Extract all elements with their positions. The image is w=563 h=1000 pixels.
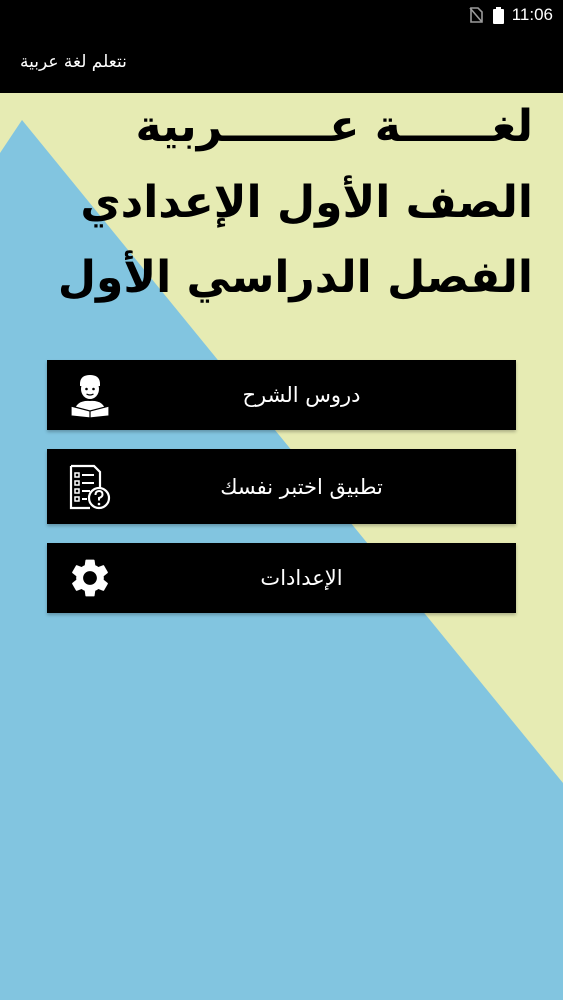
settings-button-label: الإعدادات [260,566,343,590]
status-bar: 11:06 [0,0,563,30]
test-yourself-button[interactable]: تطبيق اختبر نفسك [47,449,516,524]
test-yourself-button-label: تطبيق اختبر نفسك [220,474,383,499]
main-content: لغــــــة عـــــــربية الصف الأول الإعدا… [0,93,563,1000]
reading-student-icon [67,372,113,418]
app-bar: نتعلم لغة عربية [0,30,563,93]
lessons-button[interactable]: دروس الشرح [47,360,516,430]
headline-grade: الصف الأول الإعدادي [80,177,533,228]
status-clock: 11:06 [511,5,553,24]
battery-icon [492,6,504,24]
gear-icon [67,555,113,601]
lessons-button-label: دروس الشرح [242,383,361,407]
quiz-checklist-icon [67,464,113,510]
app-title: نتعلم لغة عربية [20,51,127,72]
settings-button[interactable]: الإعدادات [47,543,516,613]
no-sim-icon [469,7,483,23]
headline-term: الفصل الدراسي الأول [57,252,533,303]
headline-subject: لغــــــة عـــــــربية [135,101,533,152]
